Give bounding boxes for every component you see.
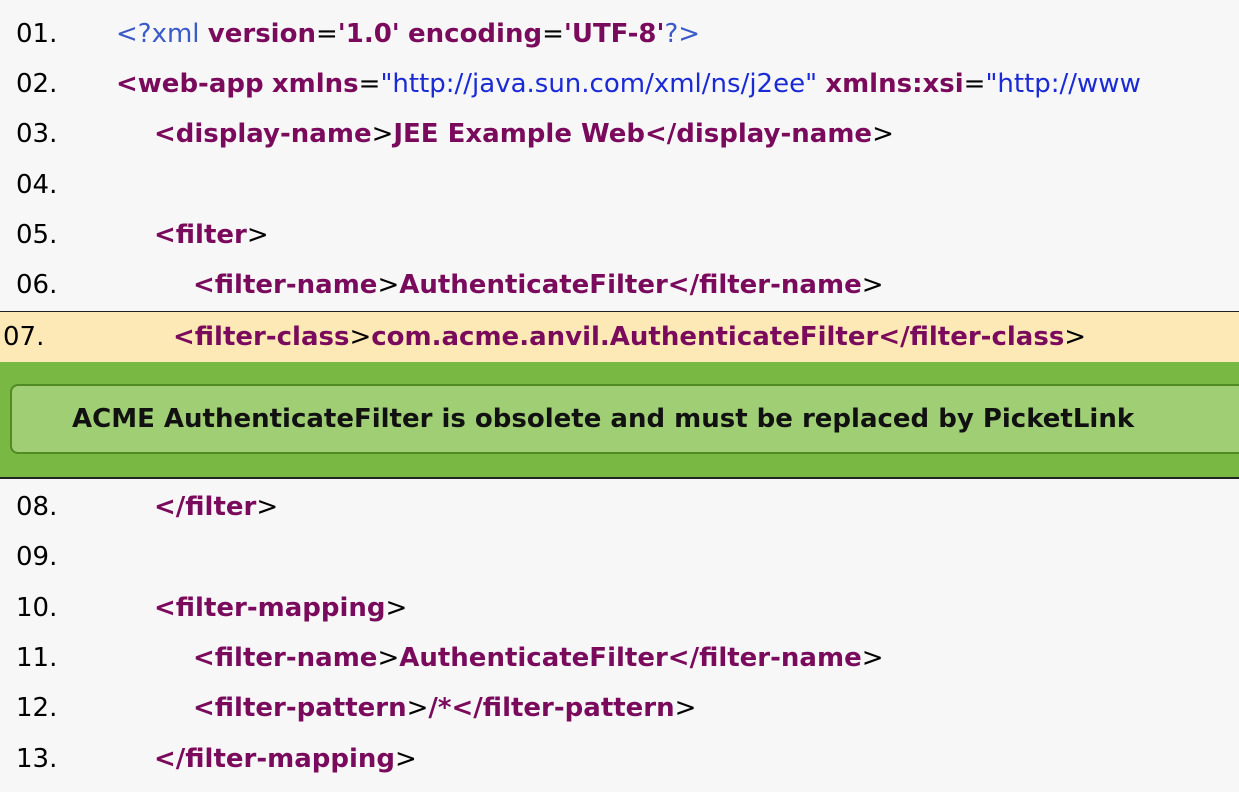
code-line: 12. <filter-pattern>/*</filter-pattern>: [0, 683, 1239, 733]
code-line: 03. <display-name>JEE Example Web</displ…: [0, 109, 1239, 159]
tag-bracket: >: [349, 322, 372, 352]
code-content: <filter-name>AuthenticateFilter</filter-…: [193, 260, 884, 310]
tag-bracket: >: [256, 492, 279, 522]
tag-bracket: >: [406, 693, 429, 723]
tag-open: <filter: [154, 220, 247, 250]
code-content: <web-app xmlns="http://java.sun.com/xml/…: [116, 59, 1141, 109]
tag-bracket: >: [246, 220, 269, 250]
equals-sign: =: [963, 69, 986, 99]
code-line: 05. <filter>: [0, 210, 1239, 260]
tag-open: <filter-mapping: [154, 593, 386, 623]
element-text: AuthenticateFilter: [399, 643, 668, 673]
code-viewer: 01. <?xml version='1.0' encoding='UTF-8'…: [0, 0, 1239, 792]
element-text: /*: [428, 693, 452, 723]
highlighted-code-line[interactable]: 07. <filter-class>com.acme.anvil.Authent…: [0, 311, 1239, 363]
tag-close: </filter-mapping: [154, 744, 396, 774]
line-number: 05.: [16, 220, 58, 250]
code-content: </filter>: [154, 482, 278, 532]
line-number: 08.: [16, 492, 58, 522]
tag-bracket: >: [371, 119, 394, 149]
tag-bracket: >: [395, 744, 417, 774]
tag-bracket: >: [377, 643, 400, 673]
tag-bracket: >: [1064, 322, 1087, 352]
line-number: 12.: [16, 693, 58, 723]
equals-sign: =: [315, 19, 338, 49]
element-text: AuthenticateFilter: [399, 270, 668, 300]
line-number: 02.: [16, 69, 58, 99]
code-line: 09.: [0, 532, 1239, 582]
tag-close: </display-name: [645, 119, 873, 149]
code-line: 10. <filter-mapping>: [0, 583, 1239, 633]
equals-sign: =: [542, 19, 564, 49]
line-number: 03.: [16, 119, 58, 149]
tag-close: </filter-name: [667, 270, 862, 300]
code-line: 01. <?xml version='1.0' encoding='UTF-8'…: [0, 9, 1239, 59]
attribute-name: xmlns:xsi: [825, 69, 964, 99]
code-content: <filter>: [154, 210, 269, 260]
code-line: 04.: [0, 160, 1239, 210]
code-content: <filter-mapping>: [154, 583, 407, 633]
line-number: 09.: [16, 542, 58, 572]
line-number: 06.: [16, 270, 58, 300]
code-content: <filter-name>AuthenticateFilter</filter-…: [193, 633, 884, 683]
code-content: <display-name>JEE Example Web</display-n…: [154, 109, 894, 159]
tag-bracket: >: [872, 119, 894, 149]
annotation-band: ACME AuthenticateFilter is obsolete and …: [0, 362, 1239, 479]
element-text: JEE Example Web: [393, 119, 645, 149]
annotation-box: ACME AuthenticateFilter is obsolete and …: [10, 384, 1239, 454]
tag-bracket: >: [861, 270, 884, 300]
tag-open: <filter-pattern: [193, 693, 407, 723]
xml-declaration-close: ?>: [664, 19, 701, 49]
tag-bracket: >: [861, 643, 884, 673]
code-line: 06. <filter-name>AuthenticateFilter</fil…: [0, 260, 1239, 310]
tag-open: <web-app: [116, 69, 264, 99]
code-content: <filter-class>com.acme.anvil.Authenticat…: [173, 312, 1086, 362]
tag-open: <filter-name: [193, 643, 378, 673]
line-number: 07.: [3, 322, 45, 352]
attribute-value: 'UTF-8': [563, 19, 665, 49]
code-line: 08. </filter>: [0, 482, 1239, 532]
tag-bracket: >: [385, 593, 408, 623]
line-number: 04.: [16, 170, 58, 200]
tag-open: <display-name: [154, 119, 372, 149]
line-number: 13.: [16, 744, 58, 774]
code-line: 02. <web-app xmlns="http://java.sun.com/…: [0, 59, 1239, 109]
tag-open: <filter-name: [193, 270, 378, 300]
attribute-name: version: [207, 19, 316, 49]
code-line: 13. </filter-mapping>: [0, 734, 1239, 784]
tag-close: </filter-class: [878, 322, 1065, 352]
tag-bracket: >: [377, 270, 400, 300]
attribute-value-url: "http://www: [985, 69, 1141, 99]
attribute-name: encoding: [408, 19, 543, 49]
tag-close: </filter: [154, 492, 257, 522]
line-number: 10.: [16, 593, 58, 623]
line-number: 11.: [16, 643, 58, 673]
code-content: <?xml version='1.0' encoding='UTF-8'?>: [116, 9, 700, 59]
tag-bracket: >: [674, 693, 697, 723]
tag-close: </filter-name: [667, 643, 862, 673]
element-text: com.acme.anvil.AuthenticateFilter: [371, 322, 879, 352]
attribute-value: '1.0': [337, 19, 400, 49]
attribute-name: xmlns: [271, 69, 359, 99]
tag-open: <filter-class: [173, 322, 350, 352]
code-content: <filter-pattern>/*</filter-pattern>: [193, 683, 696, 733]
code-line: 11. <filter-name>AuthenticateFilter</fil…: [0, 633, 1239, 683]
tag-close: </filter-pattern: [451, 693, 675, 723]
line-number: 01.: [16, 19, 58, 49]
equals-sign: =: [358, 69, 381, 99]
attribute-value-url: "http://java.sun.com/xml/ns/j2ee": [380, 69, 818, 99]
annotation-message: ACME AuthenticateFilter is obsolete and …: [72, 404, 1135, 434]
code-content: </filter-mapping>: [154, 734, 417, 784]
xml-declaration-open: <?xml: [116, 19, 200, 49]
